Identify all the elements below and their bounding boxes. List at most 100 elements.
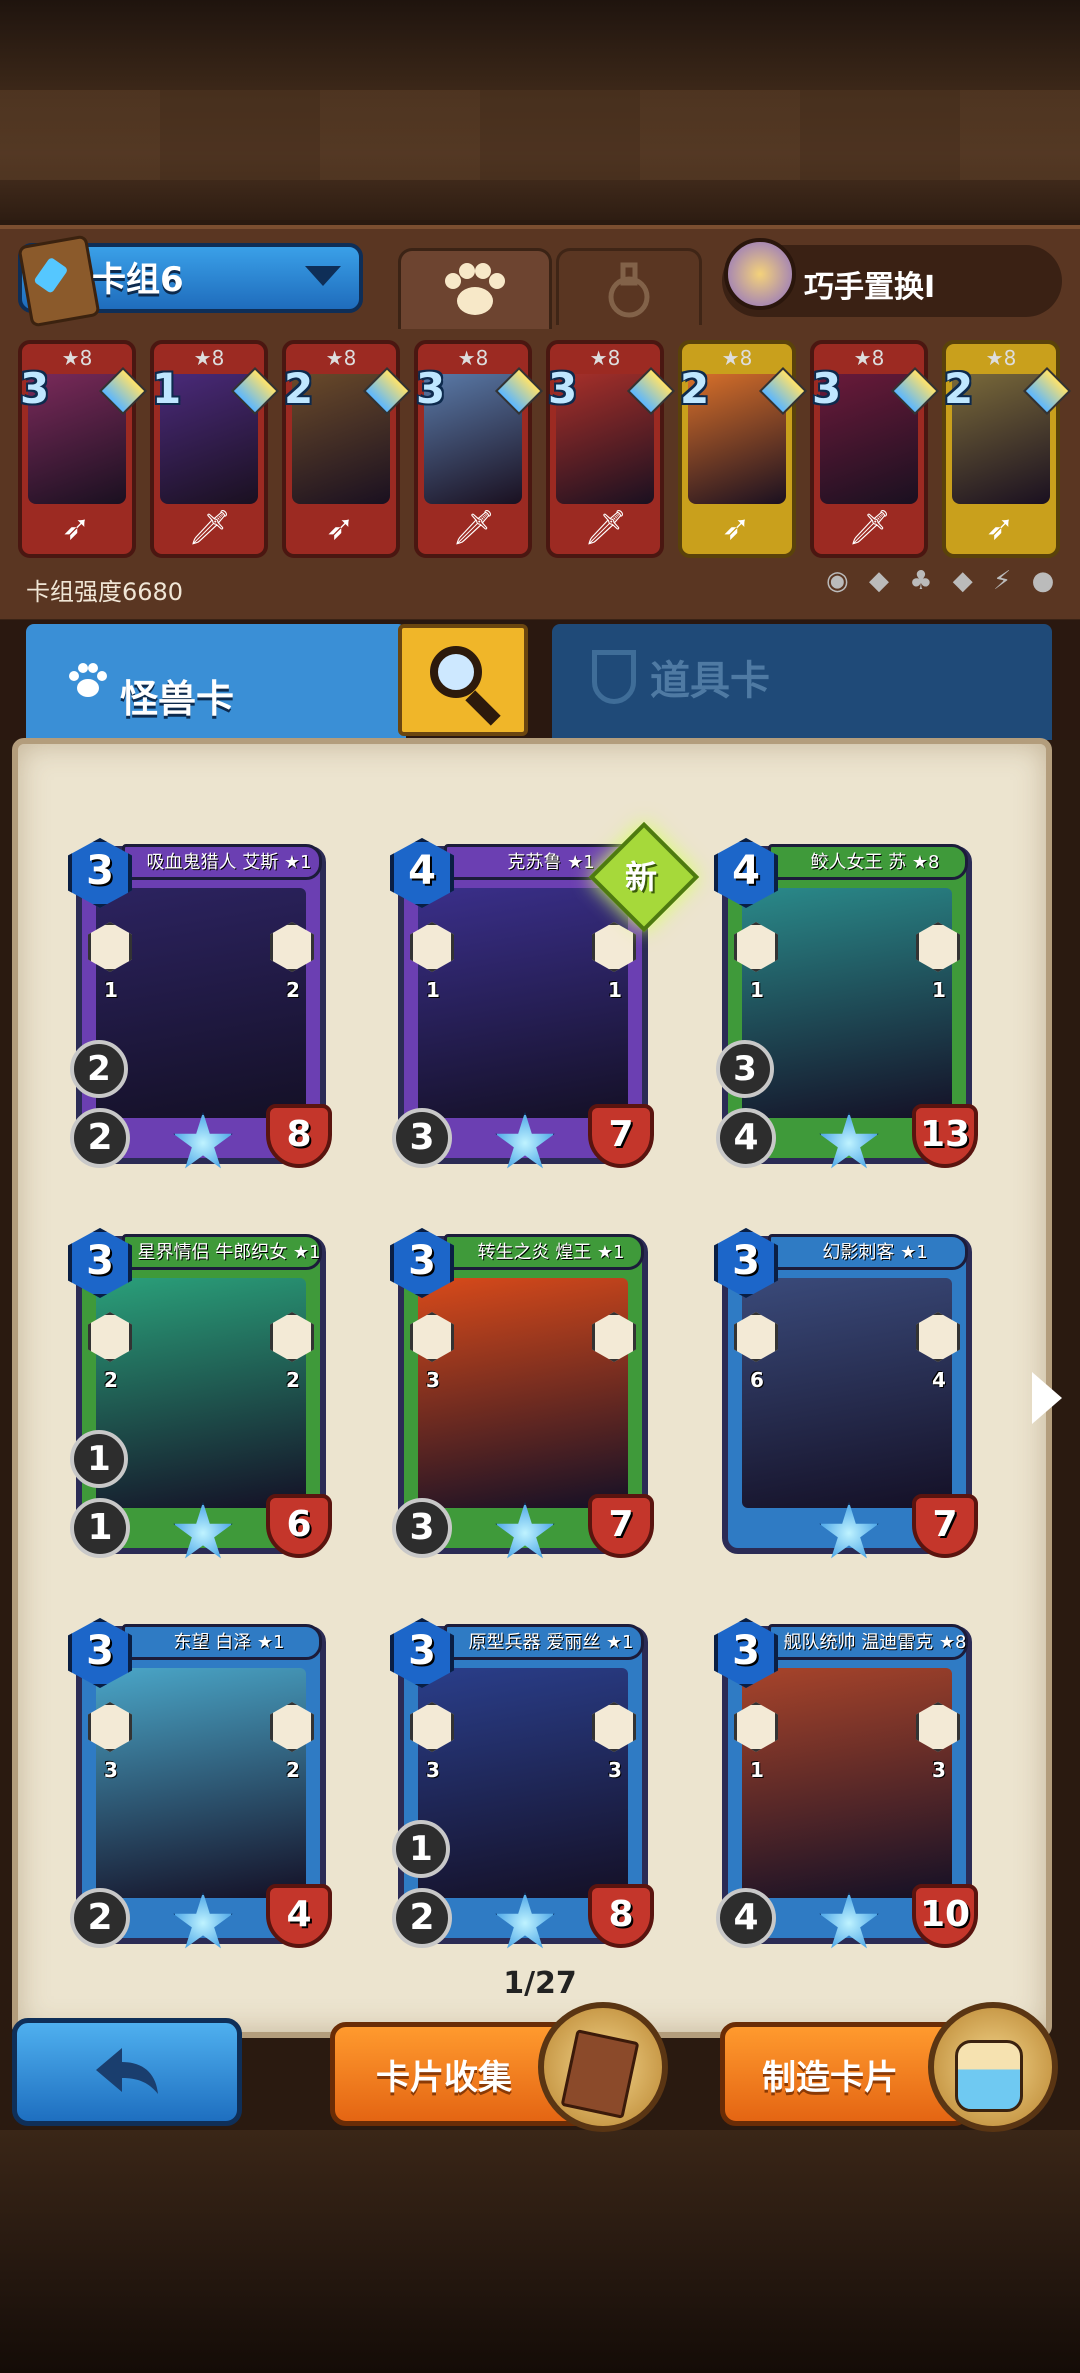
deck-book-icon xyxy=(17,234,101,328)
skill-value: 3 xyxy=(426,1758,440,1782)
back-arrow-icon xyxy=(96,2048,158,2094)
skill-value: 3 xyxy=(932,1758,946,1782)
chevron-down-icon[interactable] xyxy=(305,266,341,286)
bow-icon: ➶ xyxy=(325,508,355,548)
paw-icon xyxy=(445,263,505,315)
card-secondary-stat: 3 xyxy=(716,1040,774,1098)
jar-icon xyxy=(955,2040,1023,2112)
card-art xyxy=(96,1668,306,1898)
deck-name: 卡组6 xyxy=(92,260,184,300)
skill-value: 1 xyxy=(750,1758,764,1782)
card-name: 吸血鬼猎人 艾斯 ★1 xyxy=(146,852,312,873)
card-health: 7 xyxy=(588,1104,654,1168)
card-health: 8 xyxy=(266,1104,332,1168)
bottom-background xyxy=(0,2130,1080,2373)
deck-card-cost: 2 xyxy=(680,364,710,413)
deck-card[interactable]: ★8 2 ➶ xyxy=(678,340,808,558)
flask-icon xyxy=(592,650,636,704)
skill-value: 1 xyxy=(932,978,946,1002)
skill-value: 2 xyxy=(286,978,300,1002)
monster-card[interactable]: 鲛人女王 苏 ★8 4 1 1 3 4 13 xyxy=(714,838,978,1169)
skill-value: 2 xyxy=(286,1758,300,1782)
card-art xyxy=(742,888,952,1118)
deck-card[interactable]: ★8 1 🗡 xyxy=(150,340,280,558)
card-secondary-stat: 1 xyxy=(70,1430,128,1488)
card-health: 10 xyxy=(912,1884,978,1948)
card-health: 7 xyxy=(588,1494,654,1558)
monster-card[interactable]: 原型兵器 爱丽丝 ★1 3 3 3 1 2 8 xyxy=(390,1618,654,1949)
deck-card-cost: 2 xyxy=(944,364,974,413)
card-attack: 2 xyxy=(70,1888,130,1948)
skill-value: 2 xyxy=(286,1368,300,1392)
card-art xyxy=(742,1668,952,1898)
deck-power: 卡组强度6680 xyxy=(26,578,184,606)
sword-icon: 🗡 xyxy=(848,508,892,548)
deck-card-cost: 2 xyxy=(284,364,314,413)
card-cost-value: 3 xyxy=(408,1628,436,1674)
swap-label: 巧手置换I xyxy=(804,270,936,305)
card-cost-value: 3 xyxy=(86,1238,114,1284)
card-art xyxy=(96,888,306,1118)
card-health: 8 xyxy=(588,1884,654,1948)
card-secondary-stat: 1 xyxy=(392,1820,450,1878)
card-health: 7 xyxy=(912,1494,978,1558)
deck-card[interactable]: ★8 3 🗡 xyxy=(414,340,544,558)
card-name: 幻影刺客 ★1 xyxy=(822,1242,928,1263)
card-cost-value: 3 xyxy=(86,848,114,894)
deck-card[interactable]: ★8 3 ➶ xyxy=(18,340,148,558)
deck-card-cost: 3 xyxy=(416,364,446,413)
sword-icon: 🗡 xyxy=(188,508,232,548)
card-attack: 1 xyxy=(70,1498,130,1558)
monster-card[interactable]: 吸血鬼猎人 艾斯 ★1 3 1 2 2 2 8 xyxy=(68,838,332,1169)
card-art xyxy=(96,1278,306,1508)
deck-card-cost: 1 xyxy=(152,364,182,413)
page-indicator: 1/27 xyxy=(503,1966,577,2001)
card-art xyxy=(418,888,628,1118)
skill-value: 3 xyxy=(426,1368,440,1392)
card-name: 鲛人女王 苏 ★8 xyxy=(810,852,940,873)
card-name: 转生之炎 煌王 ★1 xyxy=(477,1242,625,1263)
deck-card-cost: 3 xyxy=(812,364,842,413)
deck-card[interactable]: ★8 3 🗡 xyxy=(810,340,940,558)
bow-icon: ➶ xyxy=(985,508,1015,548)
tab-deck-monster[interactable] xyxy=(398,248,552,329)
card-name: 舰队统帅 温迪雷克 ★8 xyxy=(783,1632,967,1653)
card-cost-value: 3 xyxy=(732,1628,760,1674)
skill-value: 2 xyxy=(104,1368,118,1392)
card-attack: 3 xyxy=(392,1498,452,1558)
card-secondary-stat: 2 xyxy=(70,1040,128,1098)
wood-beam xyxy=(0,90,1080,180)
monster-card[interactable]: 东望 白泽 ★1 3 3 2 2 4 xyxy=(68,1618,332,1949)
skill-value: 1 xyxy=(608,978,622,1002)
monster-card[interactable]: 舰队统帅 温迪雷克 ★8 3 1 3 4 10 xyxy=(714,1618,978,1949)
card-art xyxy=(742,1278,952,1508)
deck-attribute-icons: ◉ ◆ ♣ ◆ ⚡ ● xyxy=(826,566,1061,596)
card-art xyxy=(418,1278,628,1508)
monster-card[interactable]: 转生之炎 煌王 ★1 3 3 3 7 xyxy=(390,1228,654,1559)
card-health: 6 xyxy=(266,1494,332,1558)
sword-icon: 🗡 xyxy=(584,508,628,548)
tab-deck-item[interactable] xyxy=(556,248,702,325)
monster-card[interactable]: 星界情侣 牛郎织女 ★1 3 2 2 1 1 6 xyxy=(68,1228,332,1559)
monster-card[interactable]: 幻影刺客 ★1 3 6 4 7 xyxy=(714,1228,978,1559)
skill-value: 3 xyxy=(608,1758,622,1782)
deck-card[interactable]: ★8 2 ➶ xyxy=(942,340,1072,558)
card-cost-value: 3 xyxy=(408,1238,436,1284)
flask-icon xyxy=(608,262,650,318)
skill-value: 1 xyxy=(104,978,118,1002)
card-cost-value: 4 xyxy=(732,848,760,894)
craft-card-label: 制造卡片 xyxy=(762,2058,898,2098)
card-cost-value: 4 xyxy=(408,848,436,894)
card-attack: 4 xyxy=(716,1888,776,1948)
deck-card[interactable]: ★8 3 🗡 xyxy=(546,340,676,558)
card-health: 4 xyxy=(266,1884,332,1948)
skill-value: 1 xyxy=(426,978,440,1002)
skill-value: 4 xyxy=(932,1368,946,1392)
card-name: 东望 白泽 ★1 xyxy=(173,1632,285,1653)
card-attack: 3 xyxy=(392,1108,452,1168)
tab-monster-label: 怪兽卡 xyxy=(120,677,235,721)
card-cost-value: 3 xyxy=(86,1628,114,1674)
next-page-icon[interactable] xyxy=(1032,1372,1062,1424)
deck-card[interactable]: ★8 2 ➶ xyxy=(282,340,412,558)
new-badge-label: 新 xyxy=(624,858,657,896)
